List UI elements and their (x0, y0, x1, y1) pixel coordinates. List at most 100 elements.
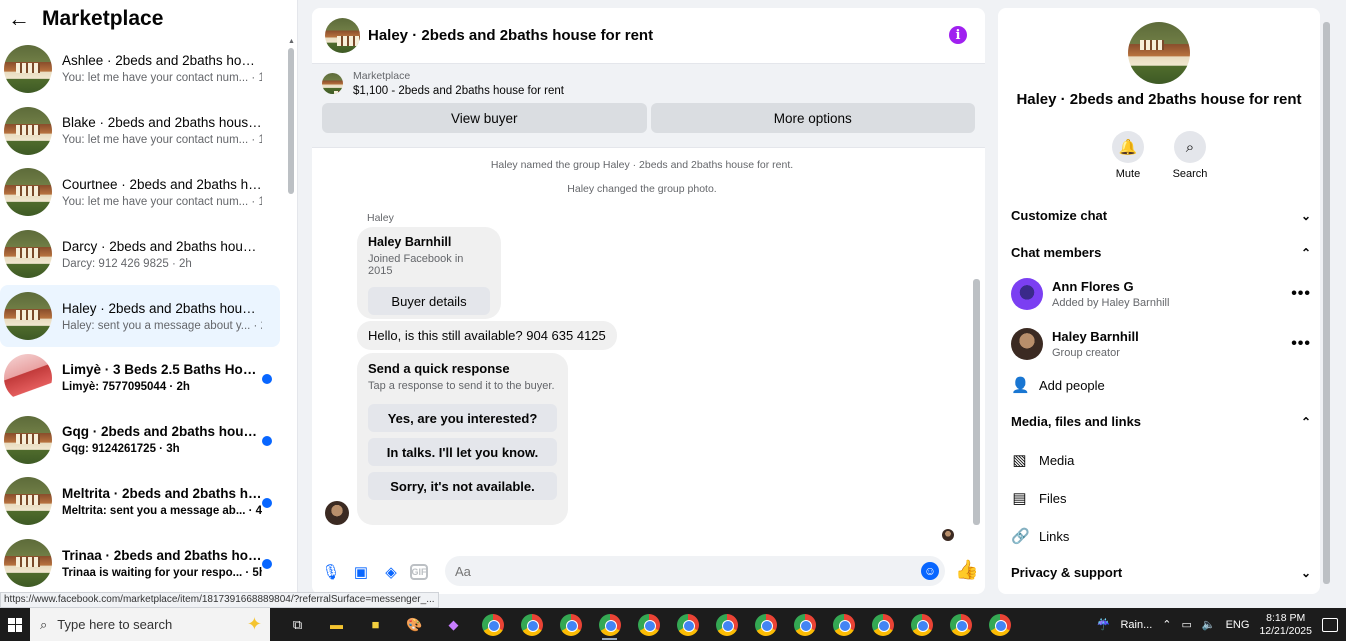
chrome-window-icon[interactable] (473, 608, 512, 641)
customize-chat-section[interactable]: Customize chat ⌄ (1011, 208, 1311, 223)
thread-avatar (4, 415, 52, 464)
scrollbar-thumb[interactable] (288, 48, 294, 194)
chrome-window-icon[interactable] (707, 608, 746, 641)
sidebar-scrollbar[interactable]: ▲ (287, 38, 296, 598)
volume-icon[interactable]: 🔈 (1202, 618, 1216, 631)
taskbar-search[interactable]: ⌕ Type here to search ✦ (30, 608, 270, 641)
sender-avatar[interactable] (325, 501, 349, 525)
thread-title: Limyè · 3 Beds 2.5 Baths House (62, 362, 262, 378)
chrome-window-icon[interactable] (629, 608, 668, 641)
weather-text[interactable]: Rain... (1120, 619, 1152, 631)
thread-item[interactable]: Limyè · 3 Beds 2.5 Baths House Limyè: 757… (0, 347, 280, 409)
file-icon: ▤ (1012, 490, 1027, 507)
listing-thumbnail[interactable] (322, 73, 343, 94)
thread-item[interactable]: Blake · 2beds and 2baths house ... You: l… (0, 100, 280, 162)
listing-row[interactable]: Marketplace $1,100 - 2beds and 2baths ho… (322, 70, 975, 97)
more-options-button[interactable]: More options (650, 103, 975, 133)
info-icon[interactable]: i (949, 26, 967, 44)
page-scrollbar[interactable] (1322, 8, 1332, 594)
member-name: Haley Barnhill (1052, 329, 1139, 344)
sticker-icon[interactable]: ◈ (380, 561, 402, 583)
chrome-window-icon[interactable] (902, 608, 941, 641)
links-item[interactable]: 🔗 Links (1011, 527, 1069, 545)
scrollbar-thumb[interactable] (1323, 22, 1330, 584)
microphone-icon[interactable]: 🎙 (320, 561, 342, 583)
quick-response-talks-button[interactable]: In talks. I'll let you know. (368, 438, 557, 466)
thread-item[interactable]: Haley · 2beds and 2baths house ... Haley:… (0, 285, 280, 347)
chrome-window-icon[interactable] (824, 608, 863, 641)
gif-icon[interactable]: GIF (410, 564, 428, 580)
thread-text: Limyè · 3 Beds 2.5 Baths House Limyè: 757… (62, 362, 262, 393)
message-input[interactable] (455, 563, 895, 579)
chrome-window-icon[interactable] (590, 608, 629, 641)
scrollbar-thumb[interactable] (973, 279, 980, 525)
member-row[interactable]: Ann Flores G Added by Haley Barnhill ••• (1011, 278, 1311, 310)
member-avatar (1011, 328, 1043, 360)
clock[interactable]: 8:18 PM 12/21/2025 (1259, 612, 1312, 638)
messages-scrollbar[interactable] (972, 149, 982, 544)
more-options-icon[interactable]: ••• (1291, 335, 1311, 353)
thread-text: Darcy · 2beds and 2baths house ... Darcy:… (62, 239, 262, 270)
quick-response-yes-button[interactable]: Yes, are you interested? (368, 404, 557, 432)
thumbs-up-icon[interactable]: 👍 (955, 558, 979, 582)
weather-icon[interactable]: ☔ (1097, 618, 1111, 631)
chrome-window-icon[interactable] (551, 608, 590, 641)
message-input-box[interactable]: ☺ (445, 556, 945, 586)
back-arrow-icon[interactable]: ← (8, 6, 30, 32)
task-view-icon[interactable]: ⧉ (278, 608, 317, 641)
more-options-icon[interactable]: ••• (1291, 285, 1311, 303)
chrome-icon (910, 613, 933, 636)
photo-icon[interactable]: ▣ (350, 561, 372, 583)
group-avatar[interactable] (325, 18, 360, 53)
scroll-up-icon[interactable]: ▲ (288, 38, 295, 45)
chevron-down-icon: ⌄ (1300, 565, 1311, 580)
windows-icon (8, 617, 22, 632)
member-row[interactable]: Haley Barnhill Group creator ••• (1011, 328, 1311, 360)
thread-text: Trinaa · 2beds and 2baths hou... Trinaa i… (62, 548, 262, 579)
listing-card: Marketplace $1,100 - 2beds and 2baths ho… (312, 64, 985, 148)
paint-icon[interactable]: 🎨 (395, 608, 434, 641)
copilot-icon[interactable]: ◆ (434, 608, 473, 641)
language-indicator[interactable]: ENG (1226, 619, 1250, 631)
start-button[interactable] (0, 608, 30, 641)
chrome-window-icon[interactable] (941, 608, 980, 641)
emoji-icon[interactable]: ☺ (921, 562, 939, 580)
network-icon[interactable]: ▭ (1181, 618, 1191, 631)
thread-item[interactable]: Courtnee · 2beds and 2baths ho... You: le… (0, 162, 280, 224)
taskbar-apps: ⧉ ▬ ■ 🎨 ◆ (278, 608, 1019, 641)
thread-item[interactable]: Darcy · 2beds and 2baths house ... Darcy:… (0, 223, 280, 285)
chrome-window-icon[interactable] (785, 608, 824, 641)
chevron-up-icon[interactable]: ⌃ (1162, 618, 1171, 631)
unread-dot (262, 497, 272, 508)
view-buyer-button[interactable]: View buyer (322, 103, 647, 133)
thread-item[interactable]: Trinaa · 2beds and 2baths hou... Trinaa i… (0, 532, 280, 594)
chrome-window-icon[interactable] (746, 608, 785, 641)
file-explorer-icon[interactable]: ▬ (317, 608, 356, 641)
chrome-window-icon[interactable] (863, 608, 902, 641)
chrome-window-icon[interactable] (668, 608, 707, 641)
privacy-support-section[interactable]: Privacy & support ⌄ (1011, 565, 1311, 580)
thread-item[interactable]: Gqg · 2beds and 2baths house... Gqg: 9124… (0, 409, 280, 471)
mute-button[interactable]: 🔔 Mute (1110, 131, 1146, 180)
media-files-section[interactable]: Media, files and links ⌃ (1011, 414, 1311, 429)
chrome-icon (871, 613, 894, 636)
chat-members-section[interactable]: Chat members ⌃ (1011, 245, 1311, 260)
quick-response-sorry-button[interactable]: Sorry, it's not available. (368, 472, 557, 500)
thread-item[interactable]: Ashlee · 2beds and 2baths hous... You: le… (0, 38, 280, 100)
chat-title[interactable]: Haley · 2beds and 2baths house for rent (368, 27, 653, 44)
system-tray: ☔ Rain... ⌃ ▭ 🔈 ENG 8:18 PM 12/21/2025 (1097, 608, 1346, 641)
chrome-window-icon[interactable] (512, 608, 551, 641)
files-item[interactable]: ▤ Files (1011, 489, 1066, 507)
thread-preview: Haley: sent you a message about y... · 2… (62, 319, 262, 332)
search-button[interactable]: ⌕ Search (1172, 131, 1208, 180)
media-item[interactable]: ▧ Media (1011, 451, 1074, 469)
add-people-button[interactable]: 👤 Add people (1011, 376, 1105, 394)
sender-name: Haley (367, 212, 394, 224)
thread-avatar (4, 106, 52, 155)
thread-item[interactable]: Meltrita · 2beds and 2baths ho... Meltrit… (0, 471, 280, 533)
notification-icon[interactable] (1322, 617, 1338, 632)
thread-list: Ashlee · 2beds and 2baths hous... You: le… (0, 38, 286, 598)
chrome-window-icon[interactable] (980, 608, 1019, 641)
buyer-details-button[interactable]: Buyer details (368, 287, 490, 315)
sticky-notes-icon[interactable]: ■ (356, 608, 395, 641)
